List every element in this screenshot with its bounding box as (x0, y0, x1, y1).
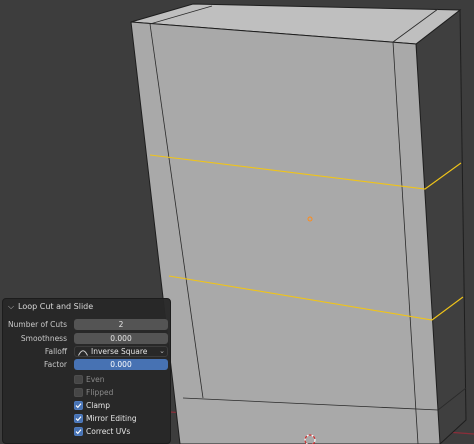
operator-panel-header[interactable]: ⌵ Loop Cut and Slide (3, 299, 170, 314)
mesh-front-face[interactable] (130, 21, 441, 444)
mirror-editing-option[interactable]: Mirror Editing (74, 413, 137, 424)
correct-uvs-option[interactable]: Correct UVs (74, 426, 130, 437)
mirror-editing-label: Mirror Editing (86, 414, 137, 423)
smoothness-row: Smoothness 0.000 (3, 333, 170, 344)
smoothness-label: Smoothness (20, 334, 67, 343)
checkmark-icon (75, 416, 82, 422)
chevron-down-icon[interactable]: ⌵ (8, 302, 17, 312)
clamp-checkbox[interactable] (74, 401, 83, 410)
operator-panel-title: Loop Cut and Slide (18, 302, 94, 311)
checkmark-icon (75, 429, 82, 435)
falloff-value: Inverse Square (91, 347, 148, 356)
factor-label: Factor (44, 360, 67, 369)
even-label: Even (86, 375, 105, 384)
even-option[interactable]: Even (74, 374, 105, 385)
factor-row: Factor 0.000 (3, 359, 170, 370)
factor-field[interactable]: 0.000 (74, 359, 168, 370)
checkmark-icon (75, 403, 82, 409)
chevron-down-icon: ⌄ (159, 347, 165, 355)
clamp-label: Clamp (86, 401, 110, 410)
mirror-editing-checkbox[interactable] (74, 414, 83, 423)
smoothness-field[interactable]: 0.000 (74, 333, 168, 344)
inverse-square-falloff-icon (78, 349, 88, 356)
number-of-cuts-field[interactable]: 2 (74, 319, 168, 330)
flipped-option[interactable]: Flipped (74, 387, 113, 398)
flipped-label: Flipped (86, 388, 114, 397)
correct-uvs-label: Correct UVs (86, 427, 131, 436)
clamp-option[interactable]: Clamp (74, 400, 110, 411)
falloff-row: Falloff Inverse Square ⌄ (3, 346, 170, 357)
number-of-cuts-label: Number of Cuts (8, 320, 67, 329)
flipped-checkbox[interactable] (74, 388, 83, 397)
loop-cut-operator-panel[interactable]: ⌵ Loop Cut and Slide Number of Cuts 2 Sm… (2, 298, 171, 444)
correct-uvs-checkbox[interactable] (74, 427, 83, 436)
falloff-label: Falloff (44, 347, 67, 356)
even-checkbox[interactable] (74, 375, 83, 384)
falloff-dropdown[interactable]: Inverse Square ⌄ (74, 346, 168, 357)
number-of-cuts-row: Number of Cuts 2 (3, 319, 170, 330)
